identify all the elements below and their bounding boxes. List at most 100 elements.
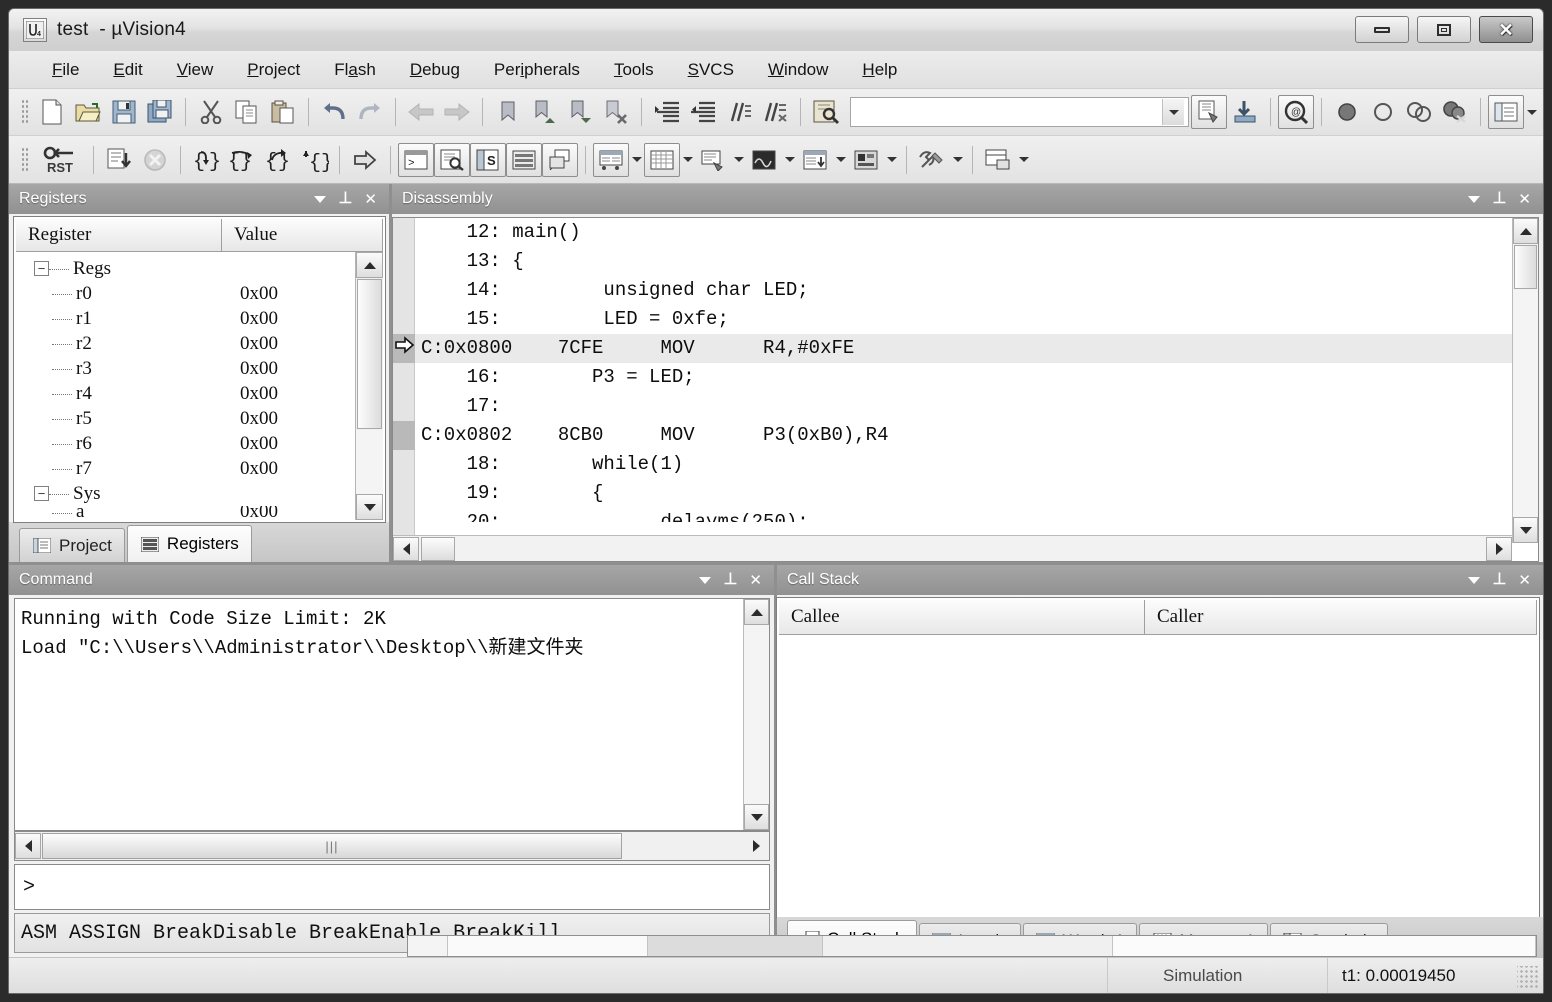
run-icon[interactable]: [101, 143, 137, 177]
symbols-window-icon[interactable]: S: [470, 142, 506, 177]
command-input[interactable]: >: [14, 864, 770, 910]
toolbar-grip[interactable]: [21, 99, 29, 125]
resize-grip[interactable]: [1517, 966, 1539, 989]
breakpoint-disable-all-icon[interactable]: [1401, 95, 1437, 129]
scrollbar-track[interactable]: [356, 430, 383, 494]
scroll-up-icon[interactable]: [744, 599, 769, 625]
command-horizontal-scrollbar[interactable]: |||: [14, 831, 770, 861]
scroll-up-icon[interactable]: [356, 252, 383, 278]
trace-windows-icon[interactable]: [797, 143, 833, 177]
registers-window-icon[interactable]: [506, 142, 542, 177]
stop-icon[interactable]: [137, 143, 173, 177]
column-header-callee[interactable]: Callee: [779, 600, 1145, 635]
tree-row[interactable]: r4 0x00: [16, 381, 383, 406]
build-icon[interactable]: [1191, 95, 1227, 129]
disassembly-line[interactable]: 20: delayms(250);: [415, 508, 1538, 522]
serial-windows-dropdown[interactable]: [731, 143, 746, 177]
disassembly-line[interactable]: 17:: [415, 392, 1538, 421]
disassembly-line[interactable]: 15: LED = 0xfe;: [415, 305, 1538, 334]
new-file-icon[interactable]: [34, 95, 70, 129]
analysis-windows-icon[interactable]: [746, 143, 782, 177]
toolbox-icon[interactable]: [914, 143, 950, 177]
indent-right-icon[interactable]: [649, 95, 685, 129]
debug-layout-icon[interactable]: [980, 143, 1016, 177]
scrollbar-thumb[interactable]: [357, 279, 382, 429]
panel-menu-icon[interactable]: [699, 576, 712, 584]
tree-expander-icon[interactable]: −: [34, 261, 49, 276]
debug-layout-dropdown[interactable]: [1016, 143, 1031, 177]
scroll-right-icon[interactable]: [1486, 536, 1512, 561]
command-output[interactable]: Running with Code Size Limit: 2K Load "C…: [14, 598, 770, 831]
pin-icon[interactable]: ⊥: [338, 191, 352, 207]
scrollbar-thumb[interactable]: [1514, 245, 1537, 289]
menu-project[interactable]: Project: [230, 57, 317, 83]
disassembly-horizontal-scrollbar[interactable]: [393, 535, 1512, 561]
tree-row[interactable]: r1 0x00: [16, 306, 383, 331]
close-button[interactable]: ✕: [1479, 16, 1533, 43]
project-window-dropdown[interactable]: [1524, 95, 1539, 129]
tree-row[interactable]: r2 0x00: [16, 331, 383, 356]
redo-icon[interactable]: [352, 95, 388, 129]
tree-row[interactable]: r6 0x00: [16, 431, 383, 456]
paste-icon[interactable]: [265, 95, 301, 129]
trace-windows-dropdown[interactable]: [833, 143, 848, 177]
navigate-forward-icon[interactable]: [439, 95, 475, 129]
scroll-down-icon[interactable]: [744, 804, 769, 830]
scroll-left-icon[interactable]: [393, 536, 419, 561]
menu-edit[interactable]: Edit: [96, 57, 159, 83]
save-all-icon[interactable]: [142, 95, 178, 129]
disassembly-line[interactable]: 14: unsigned char LED;: [415, 276, 1538, 305]
scrollbar-thumb[interactable]: |||: [42, 833, 622, 859]
project-window-icon[interactable]: [1488, 95, 1524, 129]
bookmark-clear-icon[interactable]: [598, 95, 634, 129]
comment-icon[interactable]: [721, 95, 757, 129]
menu-tools[interactable]: Tools: [597, 57, 671, 83]
panel-menu-icon[interactable]: [314, 195, 327, 203]
reset-cpu-icon[interactable]: RST: [34, 143, 86, 177]
bookmark-toggle-icon[interactable]: [490, 95, 526, 129]
call-stack-rows[interactable]: [779, 635, 1537, 915]
column-header-caller[interactable]: Caller: [1145, 600, 1537, 635]
watch-windows-dropdown[interactable]: [629, 143, 644, 177]
scroll-left-icon[interactable]: [15, 833, 41, 859]
save-icon[interactable]: [106, 95, 142, 129]
disassembly-gutter[interactable]: [393, 218, 415, 561]
pin-icon[interactable]: ⊥: [1492, 572, 1506, 588]
menu-svcs[interactable]: SVCS: [671, 57, 751, 83]
disassembly-line[interactable]: C:0x0802 8CB0 MOV P3(0xB0),R4: [415, 421, 1538, 450]
disassembly-vertical-scrollbar[interactable]: [1512, 218, 1538, 543]
step-over-icon[interactable]: {}: [224, 143, 260, 177]
disassembly-window-icon[interactable]: [434, 142, 470, 177]
navigate-back-icon[interactable]: [403, 95, 439, 129]
uncomment-icon[interactable]: [757, 95, 793, 129]
indent-left-icon[interactable]: [685, 95, 721, 129]
menu-peripherals[interactable]: Peripherals: [477, 57, 597, 83]
close-icon[interactable]: ✕: [364, 192, 377, 207]
step-into-icon[interactable]: {}: [188, 143, 224, 177]
tree-row[interactable]: r5 0x00: [16, 406, 383, 431]
column-header-register[interactable]: Register: [16, 219, 222, 252]
scrollbar-track[interactable]: [744, 625, 769, 804]
copy-icon[interactable]: [229, 95, 265, 129]
scrollbar-thumb[interactable]: [421, 536, 455, 561]
tree-row[interactable]: r0 0x00: [16, 281, 383, 306]
restore-button[interactable]: [1417, 16, 1471, 43]
debug-session-icon[interactable]: @: [1278, 95, 1314, 129]
menu-debug[interactable]: Debug: [393, 57, 477, 83]
command-vertical-scrollbar[interactable]: [743, 599, 769, 830]
scroll-down-icon[interactable]: [356, 494, 383, 520]
call-stack-window-icon[interactable]: [542, 142, 578, 177]
disassembly-line[interactable]: 12: main(): [415, 218, 1538, 247]
registers-vertical-scrollbar[interactable]: [355, 252, 383, 520]
scroll-down-icon[interactable]: [1513, 517, 1538, 543]
tree-row[interactable]: − Regs: [16, 256, 383, 281]
run-to-cursor-icon[interactable]: {}: [296, 143, 332, 177]
show-next-statement-icon[interactable]: [347, 143, 383, 177]
toolbox-dropdown[interactable]: [950, 143, 965, 177]
undo-icon[interactable]: [316, 95, 352, 129]
disassembly-line[interactable]: 18: while(1): [415, 450, 1538, 479]
memory-windows-icon[interactable]: [644, 142, 680, 177]
disassembly-line[interactable]: 16: P3 = LED;: [415, 363, 1538, 392]
memory-windows-dropdown[interactable]: [680, 143, 695, 177]
scroll-right-icon[interactable]: [743, 833, 769, 859]
